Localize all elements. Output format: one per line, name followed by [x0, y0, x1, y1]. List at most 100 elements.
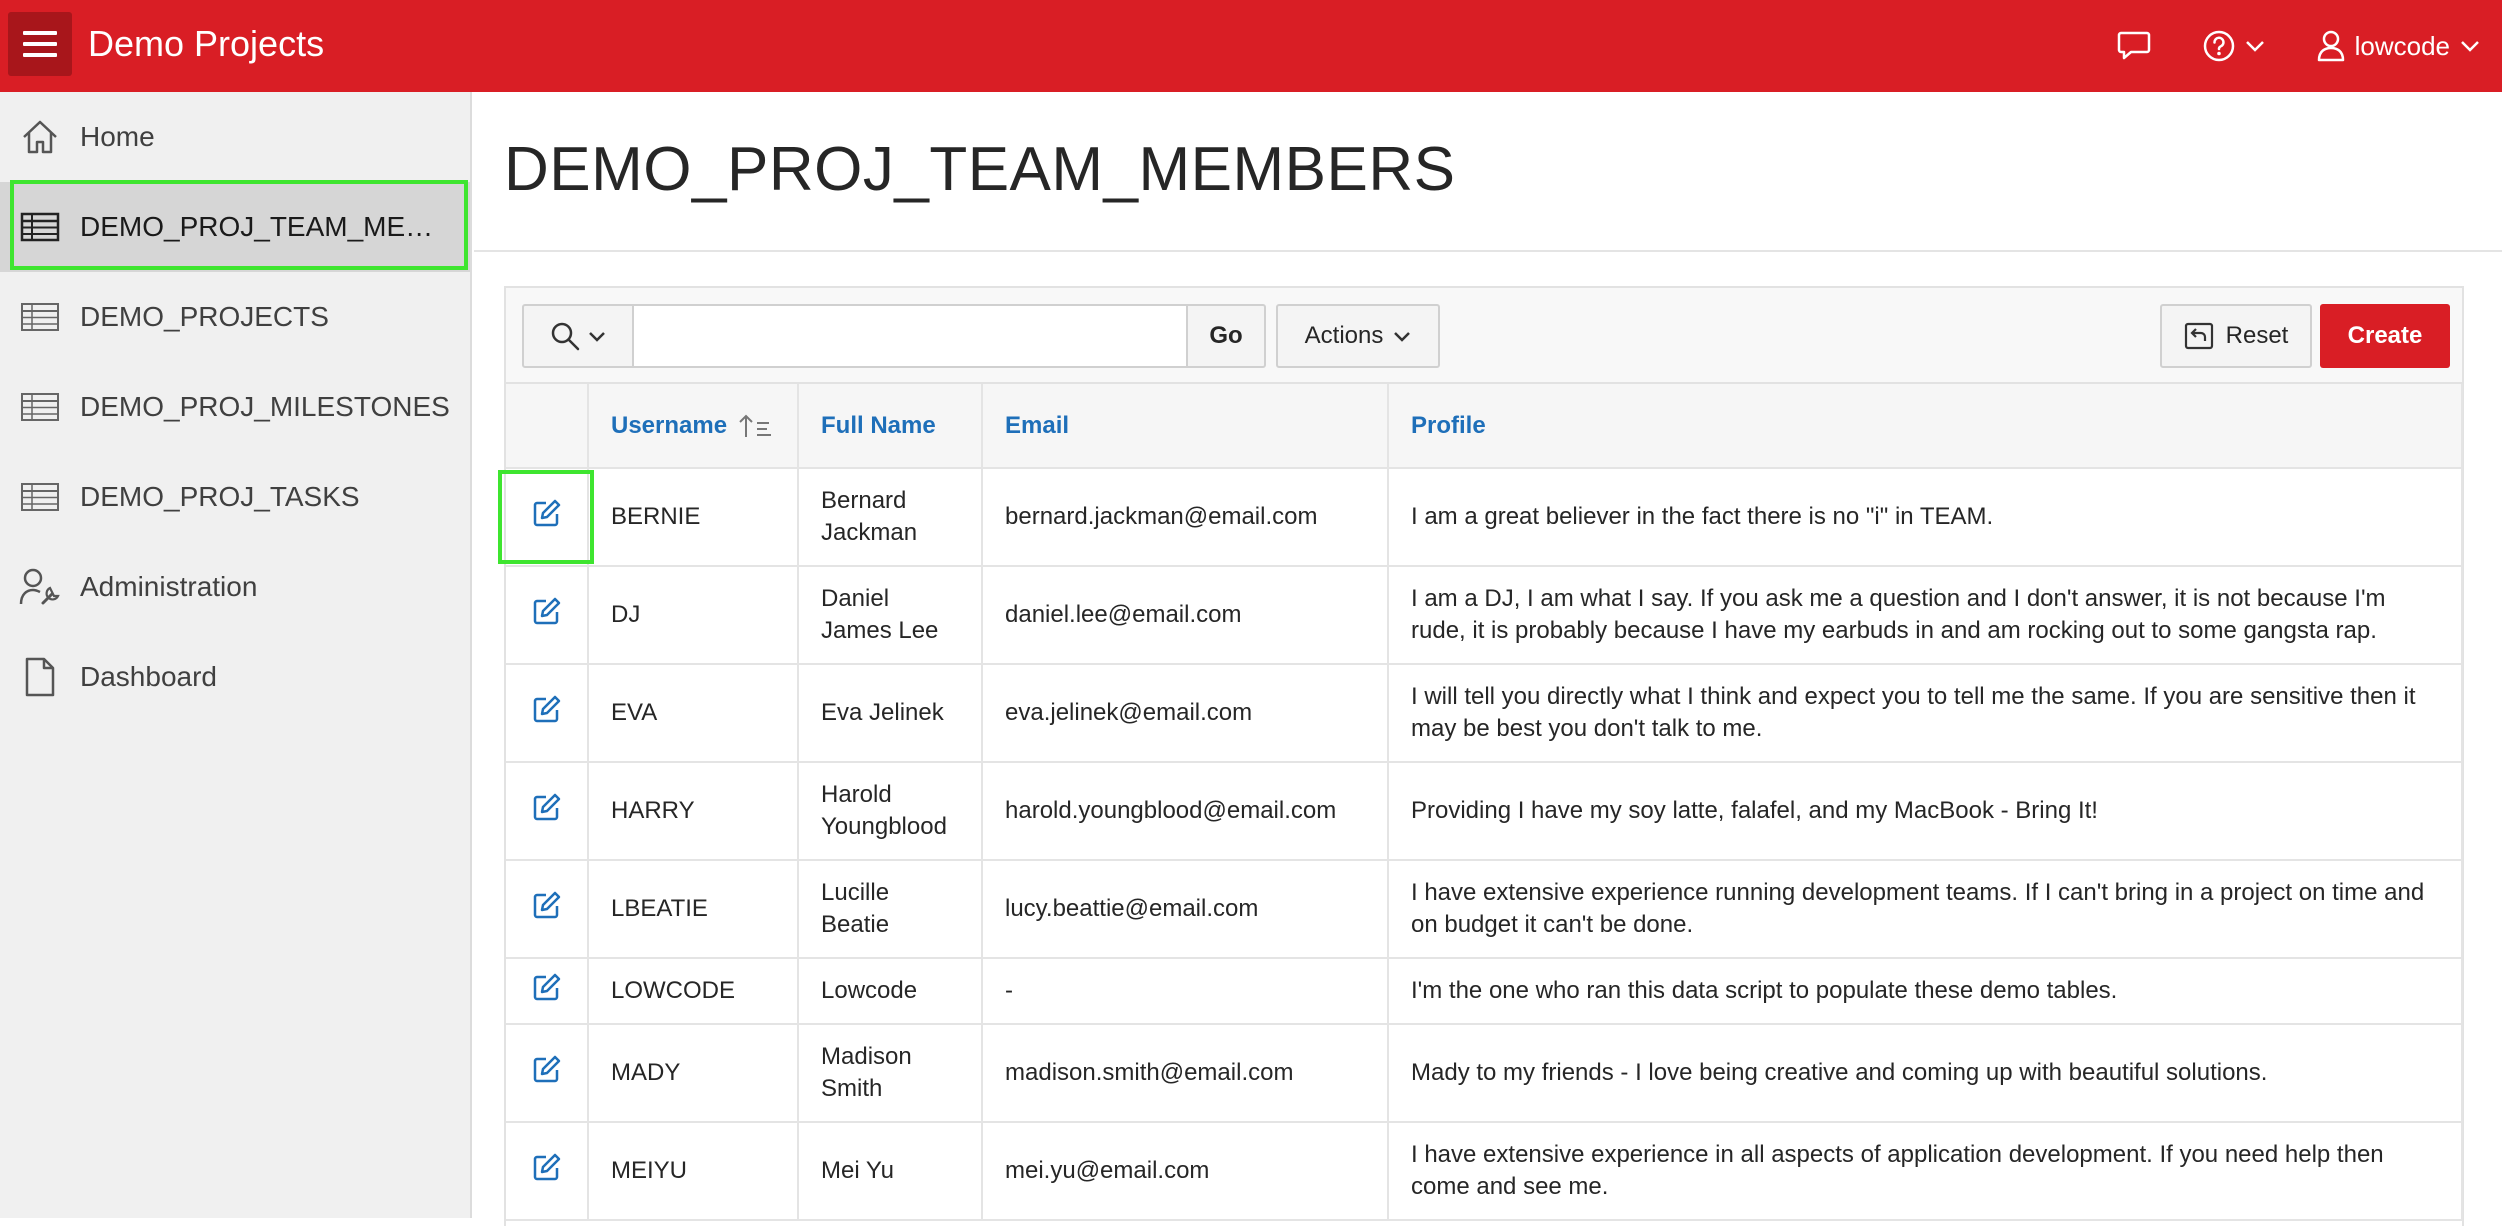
- cell-full-name: Lowcode: [798, 958, 983, 1025]
- edit-row-button[interactable]: [532, 972, 562, 1002]
- cell-profile: I'm the one who ran this data script to …: [1388, 958, 2463, 1025]
- cell-profile: Providing I have my soy latte, falafel, …: [1388, 762, 2463, 861]
- cell-profile: I am a DJ, I am what I say. If you ask m…: [1388, 566, 2463, 665]
- column-header-profile[interactable]: Profile: [1388, 384, 2463, 469]
- column-header-edit: [506, 384, 589, 469]
- file-icon: [25, 657, 55, 697]
- cell-username: MADY: [588, 1024, 799, 1123]
- help-menu-button[interactable]: [2203, 30, 2265, 62]
- sidebar-item-demo-proj-milestones[interactable]: DEMO_PROJ_MILESTONES: [0, 362, 470, 452]
- sidebar-item-dashboard[interactable]: Dashboard: [0, 632, 470, 722]
- column-header-full-name[interactable]: Full Name: [798, 384, 983, 469]
- cell-email: -: [982, 958, 1389, 1025]
- sidebar-item-label: Dashboard: [80, 661, 217, 692]
- edit-icon: [533, 597, 560, 624]
- cell-username: BERNIE: [588, 468, 799, 567]
- edit-icon: [533, 1055, 560, 1082]
- search-input[interactable]: [632, 304, 1188, 368]
- menu-toggle-button[interactable]: [8, 12, 72, 76]
- edit-cell: [506, 468, 589, 567]
- edit-row-button[interactable]: [532, 792, 562, 822]
- edit-cell: [506, 1024, 589, 1123]
- go-button[interactable]: Go: [1186, 304, 1266, 368]
- cell-username: LBEATIE: [588, 860, 799, 959]
- cell-username: MEIYU: [588, 1122, 799, 1221]
- table-row: LBEATIE Lucille Beatie lucy.beattie@email.…: [506, 860, 2463, 959]
- page-header: DEMO_PROJ_TEAM_MEMBERS: [474, 92, 2502, 252]
- menu-icon: [23, 31, 57, 57]
- cell-full-name: Eva Jelinek: [798, 664, 983, 763]
- sidebar-item-administration[interactable]: Administration: [0, 542, 470, 632]
- sidebar-item-label: Administration: [80, 571, 258, 602]
- actions-menu-button[interactable]: Actions: [1276, 304, 1440, 368]
- edit-icon: [533, 499, 560, 526]
- edit-row-button[interactable]: [532, 890, 562, 920]
- edit-row-button[interactable]: [532, 498, 562, 528]
- user-wrench-icon: [19, 568, 60, 605]
- cell-email: bernard.jackman@email.com: [982, 468, 1389, 567]
- table-row: LOWCODE Lowcode - I'm the one who ran this …: [506, 958, 2463, 1025]
- chevron-down-icon: [1394, 331, 1411, 342]
- actions-label: Actions: [1304, 322, 1384, 349]
- chevron-down-icon: [589, 331, 605, 342]
- cell-email: eva.jelinek@email.com: [982, 664, 1389, 763]
- table-body: BERNIE Bernard Jackman bernard.jackman@ema…: [506, 468, 2463, 1221]
- table-row: HARRY Harold Youngblood harold.youngblood@…: [506, 762, 2463, 861]
- help-icon: [2203, 30, 2234, 62]
- table-row: MEIYU Mei Yu mei.yu@email.com I have extens…: [506, 1122, 2463, 1221]
- sidebar-item-label: DEMO_PROJ_TASKS: [80, 481, 360, 512]
- report-table: Username Full Name Email Profile BERNIE B…: [506, 384, 2463, 1221]
- sidebar-item-home[interactable]: Home: [0, 92, 470, 182]
- sidebar-item-demo-proj-team-members[interactable]: DEMO_PROJ_TEAM_MEMBERS: [0, 182, 470, 272]
- edit-row-button[interactable]: [532, 1054, 562, 1084]
- search-icon: [551, 322, 580, 351]
- reset-button[interactable]: Reset: [2160, 304, 2312, 368]
- feedback-button[interactable]: [2117, 30, 2151, 62]
- cell-email: mei.yu@email.com: [982, 1122, 1389, 1221]
- table-header-row: Username Full Name Email Profile: [506, 384, 2463, 469]
- cell-username: HARRY: [588, 762, 799, 861]
- cell-email: madison.smith@email.com: [982, 1024, 1389, 1123]
- home-icon: [23, 120, 57, 154]
- column-header-username[interactable]: Username: [588, 384, 799, 469]
- cell-full-name: Daniel James Lee: [798, 566, 983, 665]
- table-row: DJ Daniel James Lee daniel.lee@email.com I …: [506, 566, 2463, 665]
- table-icon: [21, 393, 59, 421]
- cell-email: daniel.lee@email.com: [982, 566, 1389, 665]
- table-row: MADY Madison Smith madison.smith@email.com…: [506, 1024, 2463, 1123]
- sidebar-nav: Home DEMO_PROJ_TEAM_MEMBERS DEMO_PROJECT: [0, 92, 472, 1218]
- cell-profile: Mady to my friends - I love being creati…: [1388, 1024, 2463, 1123]
- edit-cell: [506, 664, 589, 763]
- edit-icon: [533, 695, 560, 722]
- app-title[interactable]: Demo Projects: [88, 20, 324, 68]
- column-header-email[interactable]: Email: [982, 384, 1389, 469]
- table-icon: [21, 483, 59, 511]
- cell-full-name: Bernard Jackman: [798, 468, 983, 567]
- cell-username: DJ: [588, 566, 799, 665]
- user-menu-button[interactable]: lowcode: [2317, 30, 2480, 62]
- edit-cell: [506, 762, 589, 861]
- cell-full-name: Madison Smith: [798, 1024, 983, 1123]
- edit-icon: [533, 891, 560, 918]
- user-icon: [2317, 30, 2344, 62]
- sidebar-item-demo-projects[interactable]: DEMO_PROJECTS: [0, 272, 470, 362]
- edit-row-button[interactable]: [532, 596, 562, 626]
- search-column-selector[interactable]: [522, 304, 634, 368]
- sidebar-item-demo-proj-tasks[interactable]: DEMO_PROJ_TASKS: [0, 452, 470, 542]
- cell-full-name: Lucille Beatie: [798, 860, 983, 959]
- edit-row-button[interactable]: [532, 694, 562, 724]
- cell-profile: I have extensive experience in all aspec…: [1388, 1122, 2463, 1221]
- report-toolbar: Go Actions Reset Create: [506, 288, 2462, 384]
- cell-full-name: Harold Youngblood: [798, 762, 983, 861]
- header-actions: lowcode: [2117, 0, 2502, 92]
- sidebar-item-label: DEMO_PROJ_TEAM_MEMBERS: [80, 211, 452, 242]
- chevron-down-icon: [2245, 41, 2264, 52]
- edit-icon: [533, 793, 560, 820]
- edit-cell: [506, 566, 589, 665]
- cell-email: lucy.beattie@email.com: [982, 860, 1389, 959]
- page-title: DEMO_PROJ_TEAM_MEMBERS: [504, 135, 1456, 204]
- edit-row-button[interactable]: [532, 1152, 562, 1182]
- create-button[interactable]: Create: [2320, 304, 2450, 368]
- main-content: DEMO_PROJ_TEAM_MEMBERS Go Actions Reset …: [474, 92, 2502, 1226]
- edit-icon: [533, 1153, 560, 1180]
